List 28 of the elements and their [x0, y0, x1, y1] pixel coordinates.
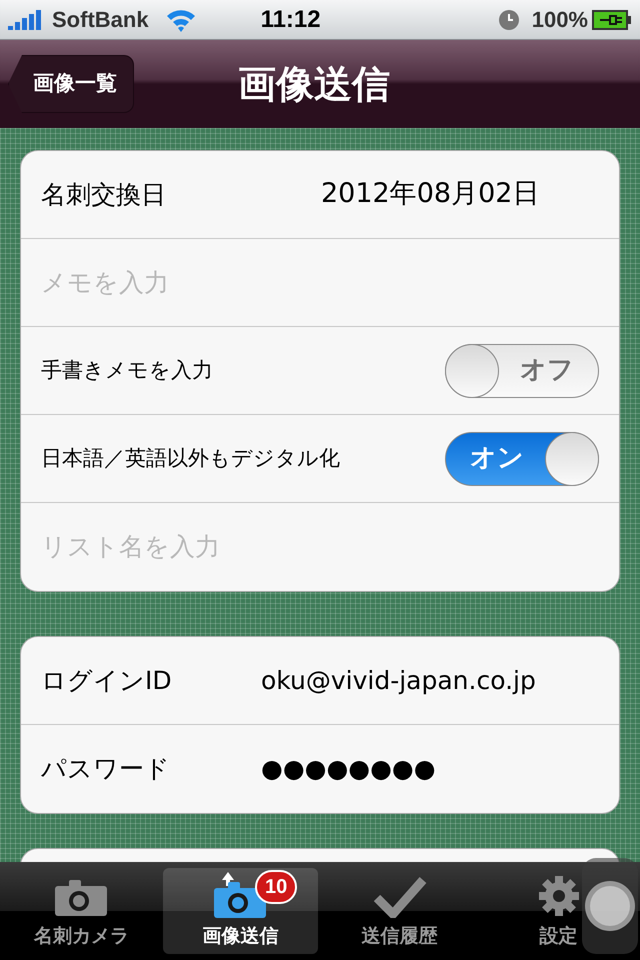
- input-field[interactable]: リスト名を入力: [41, 528, 599, 566]
- camera-icon: [54, 878, 108, 918]
- switch-label: 日本語／英語以外もデジタル化: [41, 444, 340, 472]
- clock-time: 11:12: [260, 4, 321, 34]
- battery-icon: [592, 10, 632, 30]
- badge-count: 10: [255, 870, 298, 904]
- switch-label: 手書きメモを入力: [41, 356, 213, 384]
- field-label: パスワード: [41, 753, 171, 786]
- tab[interactable]: 10 画像送信: [163, 868, 318, 954]
- field-value[interactable]: 2012年08月02日: [261, 174, 540, 215]
- clock-icon: [498, 8, 520, 30]
- tab[interactable]: 名刺カメラ: [4, 868, 159, 954]
- input-field[interactable]: メモを入力: [41, 264, 599, 302]
- carrier-name: SoftBank: [52, 6, 149, 34]
- field-label: ログインID: [41, 664, 173, 697]
- signal-icon: [8, 10, 44, 30]
- field-value[interactable]: oku@vivid-japan.co.jp: [261, 662, 536, 700]
- screen-title: 画像送信: [238, 60, 390, 108]
- gear-icon: [536, 874, 580, 918]
- toggle-switch[interactable]: オン: [445, 432, 599, 486]
- assistive-touch-menu[interactable]: [582, 858, 638, 954]
- back-button[interactable]: 画像一覧: [8, 55, 134, 113]
- tab[interactable]: 送信履歴: [322, 868, 477, 954]
- field-label: 名刺交換日: [41, 178, 167, 211]
- battery-percent: 100%: [532, 6, 588, 34]
- wifi-icon: [164, 8, 197, 32]
- toggle-switch[interactable]: オフ: [445, 344, 599, 398]
- field-value[interactable]: ●●●●●●●●: [261, 750, 436, 788]
